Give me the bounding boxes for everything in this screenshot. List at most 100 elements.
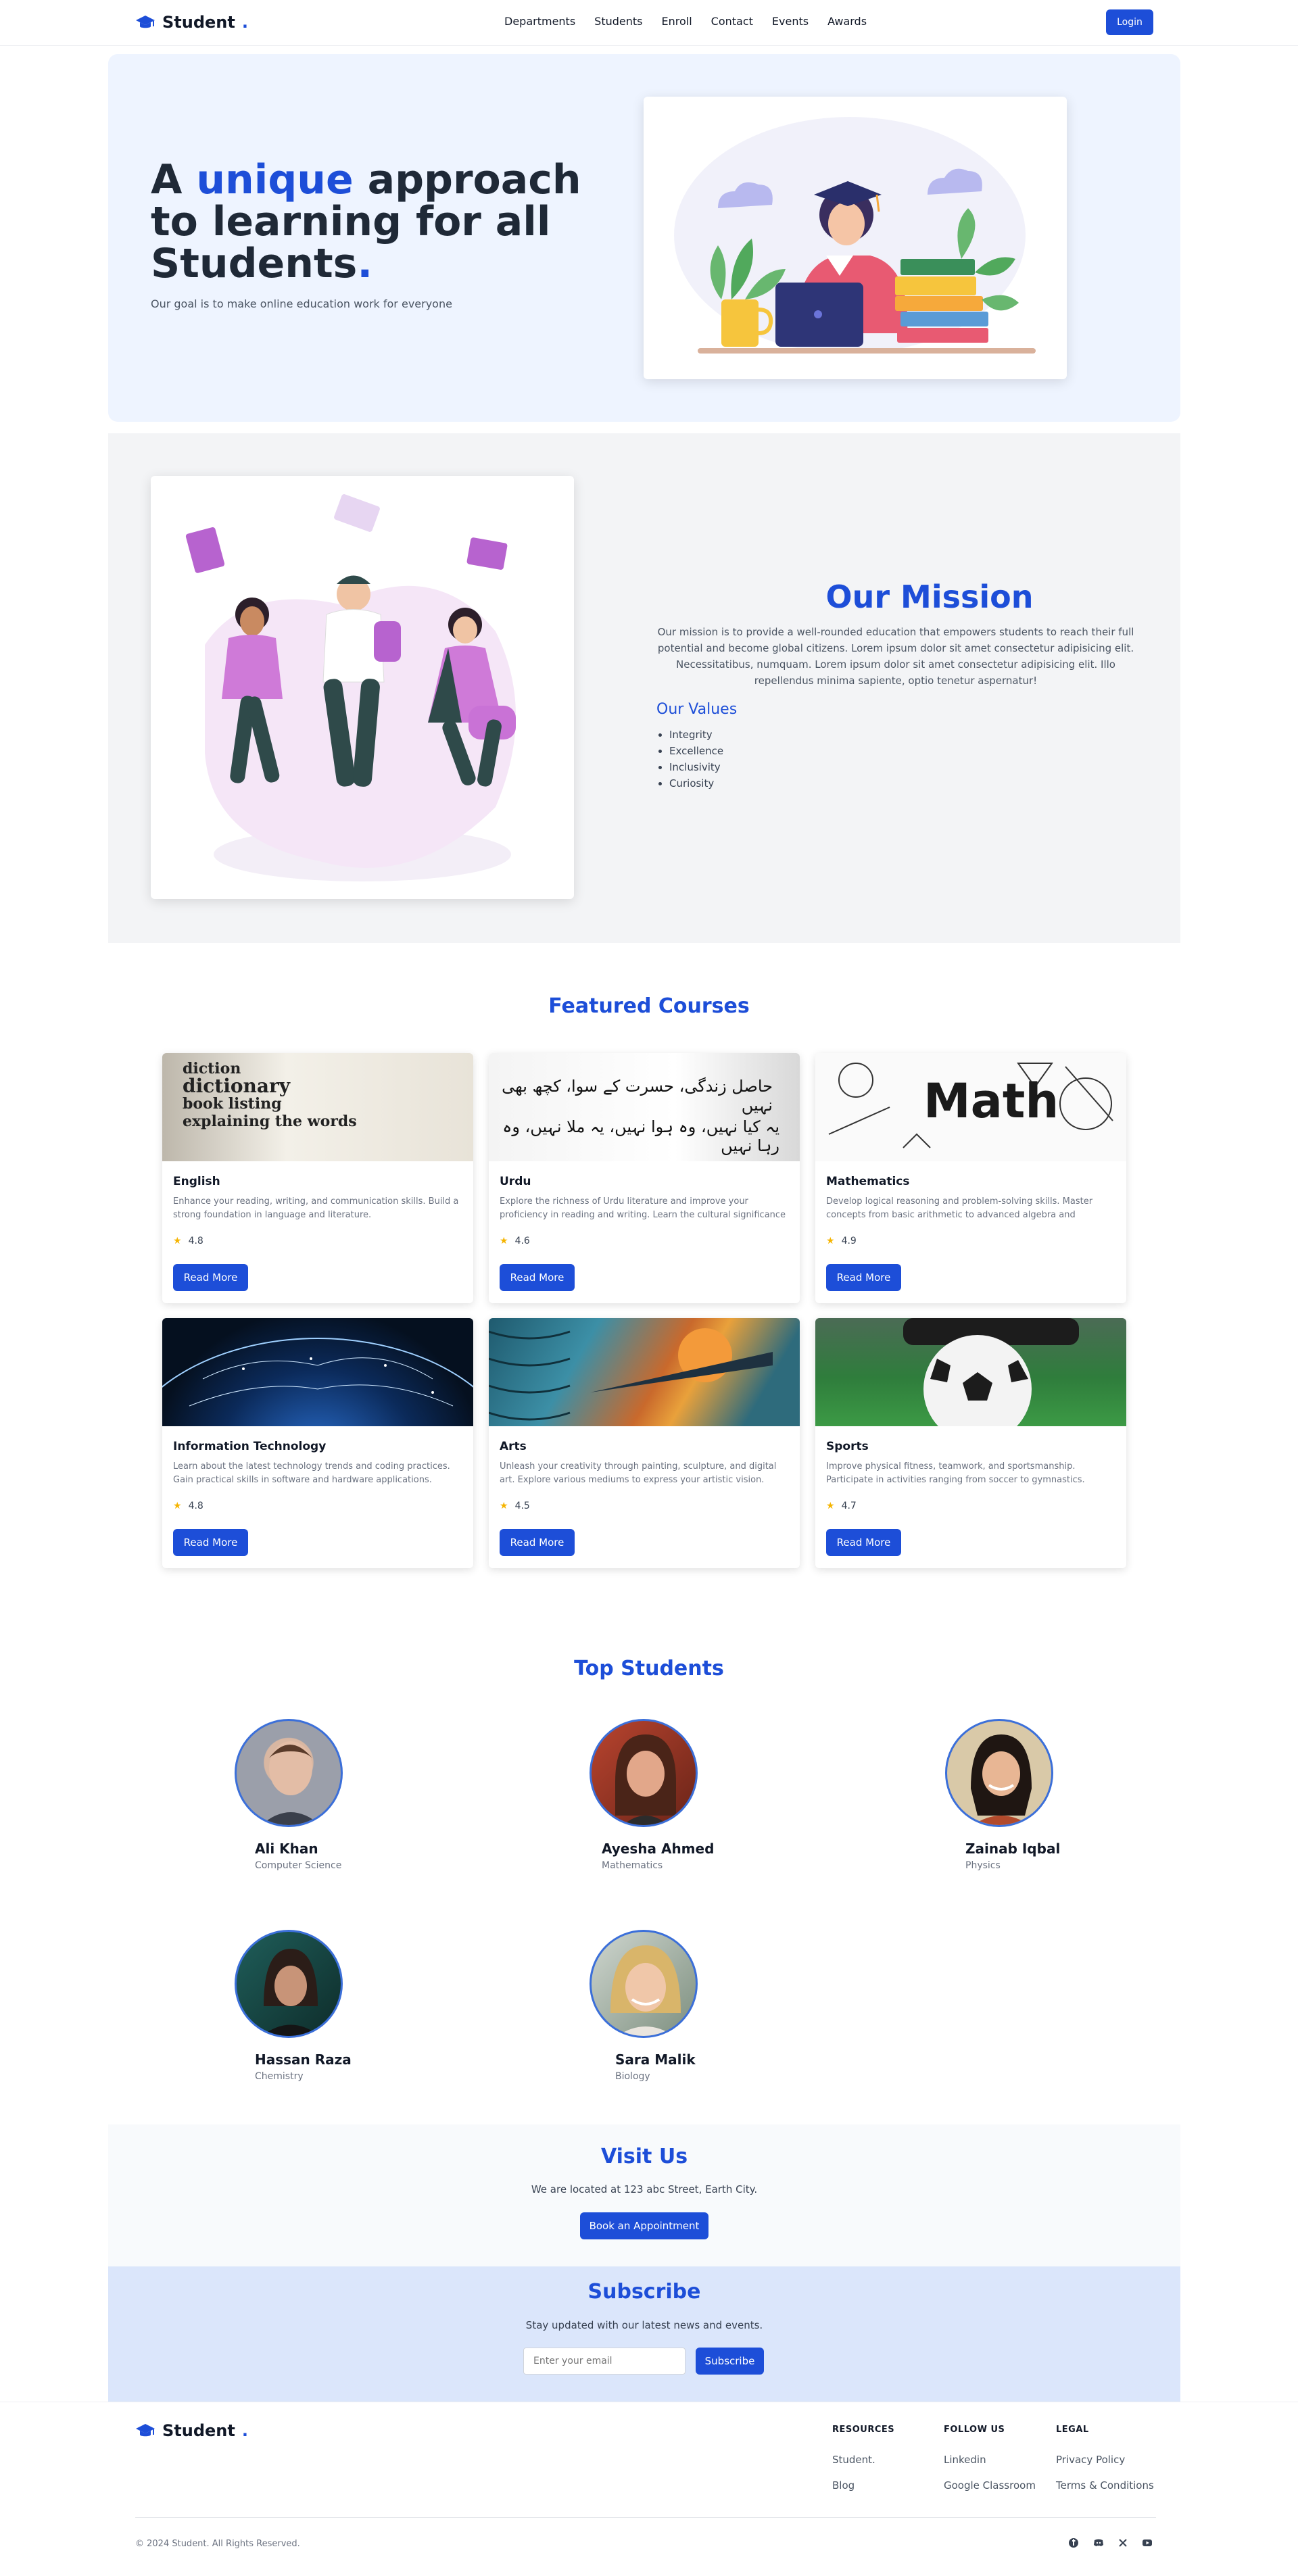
star-icon: ★: [500, 1501, 508, 1511]
read-more-button[interactable]: Read More: [826, 1529, 901, 1556]
thumb-math-word: Math: [923, 1073, 1059, 1129]
course-description: Learn about the latest technology trends…: [173, 1461, 450, 1485]
value-item: Curiosity: [669, 775, 723, 792]
read-more-button[interactable]: Read More: [173, 1264, 248, 1291]
student-subject: Chemistry: [255, 2071, 304, 2082]
rating-value: 4.8: [188, 1236, 203, 1246]
read-more-button[interactable]: Read More: [500, 1529, 575, 1556]
login-button[interactable]: Login: [1106, 9, 1153, 35]
footer-divider: [135, 2517, 1156, 2518]
footer-link[interactable]: Terms & Conditions: [1056, 2479, 1154, 2492]
course-rating: ★ 4.9: [826, 1236, 857, 1246]
course-description: Explore the richness of Urdu literature …: [500, 1196, 786, 1220]
footer-link[interactable]: Student.: [832, 2454, 894, 2466]
subscribe-button[interactable]: Subscribe: [696, 2348, 764, 2375]
nav-link-contact[interactable]: Contact: [711, 15, 753, 28]
thumb-urdu-line: یہ کیا نہیں، وہ ہوا نہیں، یہ ملا نہیں، و…: [502, 1117, 779, 1155]
email-input[interactable]: [523, 2348, 686, 2375]
student-subject: Computer Science: [255, 1860, 342, 1871]
read-more-button[interactable]: Read More: [500, 1264, 575, 1291]
discord-icon[interactable]: [1092, 2536, 1105, 2550]
hero-title: A unique approach to learning for all St…: [151, 159, 597, 285]
student-name: Hassan Raza: [255, 2051, 352, 2068]
values-title: Our Values: [656, 701, 738, 718]
footer-link[interactable]: Privacy Policy: [1056, 2454, 1154, 2466]
mission-title: Our Mission: [825, 579, 1034, 615]
footer: Student. RESOURCES Student. Blog FOLLOW …: [0, 2402, 1298, 2576]
course-name: Arts: [500, 1440, 527, 1453]
hero-title-part: A: [151, 156, 197, 203]
youtube-icon[interactable]: [1140, 2536, 1154, 2550]
jumping-students-illustration: [185, 494, 516, 881]
top-students-title: Top Students: [574, 1657, 724, 1680]
student-photo: [615, 1734, 676, 1825]
footer-brand-logo[interactable]: Student.: [135, 2421, 248, 2440]
student-avatar: [235, 1930, 343, 2038]
brand-name: Student: [162, 13, 235, 32]
course-card-mathematics[interactable]: Math Mathematics Develop logical reasoni…: [815, 1053, 1126, 1303]
graduation-cap-icon: [136, 16, 155, 28]
x-icon[interactable]: [1116, 2536, 1130, 2550]
student-photo: [971, 1734, 1032, 1825]
brand-name: Student: [162, 2421, 235, 2440]
soccer-ball-graphic: [903, 1318, 1079, 1426]
visit-section: Visit Us We are located at 123 abc Stree…: [108, 2124, 1180, 2266]
mission-section: Our Mission Our mission is to provide a …: [108, 433, 1180, 943]
rating-value: 4.5: [514, 1501, 530, 1511]
footer-link[interactable]: Google Classroom: [944, 2479, 1036, 2492]
nav-link-events[interactable]: Events: [772, 15, 809, 28]
student-avatar: [945, 1719, 1053, 1827]
read-more-button[interactable]: Read More: [173, 1529, 248, 1556]
course-card-arts[interactable]: Arts Unleash your creativity through pai…: [489, 1318, 800, 1568]
student-photo: [610, 1945, 681, 2036]
footer-heading: LEGAL: [1056, 2425, 1089, 2435]
book-appointment-button[interactable]: Book an Appointment: [580, 2212, 708, 2239]
student-name: Ayesha Ahmed: [602, 1841, 715, 1857]
stained-glass-graphic: [489, 1328, 773, 1421]
subscribe-title: Subscribe: [587, 2280, 701, 2304]
brand-logo[interactable]: Student.: [135, 13, 248, 32]
course-rating: ★ 4.8: [173, 1501, 203, 1511]
course-description: Enhance your reading, writing, and commu…: [173, 1196, 459, 1220]
course-thumbnail-mathematics: Math: [815, 1053, 1126, 1161]
featured-courses-title: Featured Courses: [548, 994, 750, 1018]
course-card-sports[interactable]: Sports Improve physical fitness, teamwor…: [815, 1318, 1126, 1568]
course-description: Improve physical fitness, teamwork, and …: [826, 1461, 1085, 1485]
nav-link-enroll[interactable]: Enroll: [661, 15, 692, 28]
course-rating: ★ 4.7: [826, 1501, 857, 1511]
star-icon: ★: [826, 1501, 835, 1511]
course-description: Develop logical reasoning and problem-so…: [826, 1196, 1093, 1220]
student-name: Zainab Iqbal: [965, 1841, 1061, 1857]
facebook-icon[interactable]: [1067, 2536, 1080, 2550]
nav-link-departments[interactable]: Departments: [504, 15, 575, 28]
course-card-english[interactable]: diction dictionary book listing explaini…: [162, 1053, 473, 1303]
course-card-information-technology[interactable]: Information Technology Learn about the l…: [162, 1318, 473, 1568]
star-icon: ★: [826, 1236, 835, 1246]
values-list: Integrity Excellence Inclusivity Curiosi…: [669, 727, 723, 792]
footer-resources: RESOURCES Student. Blog: [832, 2425, 894, 2505]
course-thumbnail-english: diction dictionary book listing explaini…: [162, 1053, 473, 1161]
hero-section: A unique approach to learning for all St…: [108, 54, 1180, 422]
read-more-button[interactable]: Read More: [826, 1264, 901, 1291]
nav-link-awards[interactable]: Awards: [827, 15, 867, 28]
footer-link[interactable]: Linkedin: [944, 2454, 1036, 2466]
student-avatar: [590, 1930, 698, 2038]
student-name: Sara Malik: [615, 2051, 696, 2068]
hero-title-dot: .: [357, 240, 373, 287]
course-thumbnail-urdu: حاصل زندگی، حسرت کے سوا، کچھ بھی نہیں یہ…: [489, 1053, 800, 1161]
student-avatar: [235, 1719, 343, 1827]
hero-subtitle: Our goal is to make online education wor…: [151, 297, 452, 310]
course-name: Mathematics: [826, 1175, 910, 1188]
course-thumbnail-it: [162, 1318, 473, 1426]
student-photo: [262, 1949, 320, 2036]
rating-value: 4.6: [514, 1236, 530, 1246]
course-rating: ★ 4.5: [500, 1501, 530, 1511]
nav-link-students[interactable]: Students: [594, 15, 642, 28]
course-card-urdu[interactable]: حاصل زندگی، حسرت کے سوا، کچھ بھی نہیں یہ…: [489, 1053, 800, 1303]
rating-value: 4.9: [841, 1236, 857, 1246]
brand-dot: .: [241, 2421, 248, 2440]
footer-link[interactable]: Blog: [832, 2479, 894, 2492]
globe-network-graphic: [162, 1338, 473, 1407]
footer-follow-us: FOLLOW US Linkedin Google Classroom: [944, 2425, 1036, 2505]
thumb-word: explaining the words: [183, 1113, 357, 1130]
